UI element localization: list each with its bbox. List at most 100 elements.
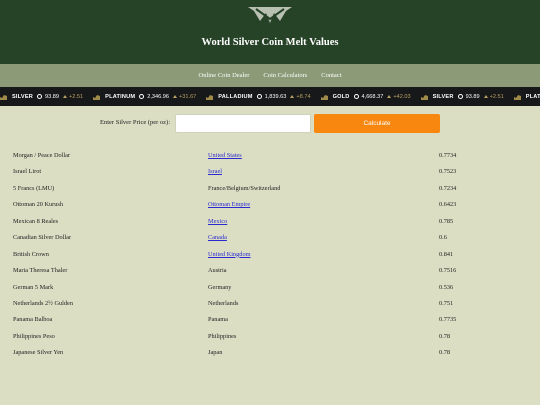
circle-icon — [457, 94, 463, 99]
ticker-metal-name: PALLADIUM — [218, 93, 253, 100]
coin-name: Panama Balboa — [13, 316, 53, 324]
coin-name: Maria Theresa Thaler — [13, 267, 68, 275]
chart-icon — [320, 94, 328, 100]
ticker-item[interactable]: PLATINUM 2,346.96 +31.67 — [93, 94, 196, 100]
coin-country: France/Belgium/Switzerland — [208, 184, 281, 192]
ticker-item[interactable]: GOLD 4,668.37 +42.03 — [320, 93, 411, 100]
circle-icon — [37, 94, 42, 99]
ticker-price: 1,839.63 — [264, 93, 287, 100]
coin-name: Philippines Peso — [13, 332, 55, 340]
coin-silver-weight: 0.7516 — [439, 267, 457, 275]
site-title: World Silver Coin Melt Values — [201, 37, 339, 48]
ticker-item[interactable]: PALLADIUM 1,839.63 +8.74 — [206, 93, 311, 100]
coin-name: British Crown — [13, 250, 49, 258]
silver-price-input[interactable] — [175, 114, 311, 133]
up-arrow-icon — [290, 95, 295, 98]
coin-country[interactable]: Ottoman Empire — [208, 201, 250, 208]
coin-silver-weight: 0.751 — [439, 299, 454, 307]
coin-country[interactable]: United States — [208, 152, 242, 159]
coin-row: German 5 Mark Germany 0.536 — [0, 280, 540, 296]
calculate-button[interactable]: Calculate — [314, 114, 440, 133]
silver-price-calculator: Enter Silver Price (per oz): Calculate — [0, 114, 540, 134]
ticker-price: 93.89 — [45, 93, 59, 100]
coin-name: Morgan / Peace Dollar — [13, 152, 71, 159]
coin-name: 5 Francs (LMU) — [13, 184, 55, 192]
coin-silver-weight: 0.536 — [439, 283, 454, 291]
coin-row: Israel Lirot Israel 0.7523 — [0, 164, 540, 180]
coin-country: Panama — [208, 316, 228, 324]
ticker-item[interactable]: PLATIN — [513, 94, 540, 100]
coin-row: Morgan / Peace Dollar United States 0.7734 — [0, 148, 540, 164]
coin-name: Mexican 8 Reales — [13, 217, 59, 225]
coin-country: Austria — [208, 267, 227, 275]
ticker-metal-name: SILVER — [12, 93, 33, 100]
ticker-item[interactable]: SILVER 93.89 +2.51 — [0, 94, 83, 100]
coin-silver-weight: 0.78 — [439, 349, 451, 357]
coin-silver-weight: 0.7234 — [439, 184, 457, 192]
coin-silver-weight: 0.7735 — [439, 316, 457, 324]
ticker-price: 93.89 — [465, 93, 480, 100]
ticker-change: +2.51 — [69, 93, 84, 100]
coin-country: Germany — [208, 283, 232, 291]
coin-silver-weight: 0.6 — [439, 234, 447, 242]
ticker-change: +2.51 — [489, 93, 504, 100]
coin-row: Mexican 8 Reales Mexico 0.785 — [0, 214, 540, 230]
coin-silver-weight: 0.785 — [439, 217, 454, 225]
coin-silver-weight: 0.78 — [439, 332, 451, 340]
coin-row: Ottoman 20 Kurush Ottoman Empire 0.6423 — [0, 197, 540, 213]
circle-icon — [353, 94, 359, 99]
coin-country[interactable]: Canada — [208, 234, 227, 241]
coin-silver-weight: 0.6423 — [439, 201, 457, 209]
coin-country[interactable]: United Kingdom — [208, 251, 251, 258]
coin-name: Canadian Silver Dollar — [13, 234, 72, 242]
circle-icon — [256, 94, 262, 99]
site-logo[interactable] — [246, 5, 294, 25]
ticker-change: +42.03 — [393, 93, 411, 100]
chart-icon — [513, 94, 521, 100]
coin-name: Japanese Silver Yen — [13, 349, 64, 357]
coin-row: 5 Francs (LMU) France/Belgium/Switzerland… — [0, 181, 540, 197]
up-arrow-icon — [387, 95, 392, 98]
coin-silver-weight: 0.7523 — [439, 168, 457, 176]
ticker-change: +31.67 — [179, 93, 197, 100]
ticker-change: +8.74 — [296, 93, 311, 100]
nav-online-coin-dealer[interactable]: Online Coin Dealer — [192, 72, 257, 79]
silver-price-label: Enter Silver Price (per oz): — [100, 119, 171, 126]
up-arrow-icon — [173, 95, 178, 98]
coin-country[interactable]: Israel — [208, 168, 222, 175]
ticker-metal-name: GOLD — [332, 93, 350, 100]
coin-row: Canadian Silver Dollar Canada 0.6 — [0, 230, 540, 246]
ticker-price: 4,668.37 — [361, 93, 384, 100]
site-header: World Silver Coin Melt Values — [0, 0, 540, 64]
main-nav: Online Coin Dealer Coin Calculators Cont… — [0, 64, 540, 87]
coin-country: Japan — [208, 349, 223, 357]
chart-icon — [206, 94, 214, 100]
coin-silver-weight: 0.841 — [439, 250, 454, 258]
coin-row: Netherlands 2½ Gulden Netherlands 0.751 — [0, 296, 540, 312]
chart-icon — [0, 94, 7, 100]
up-arrow-icon — [483, 95, 488, 98]
coin-row: Panama Balboa Panama 0.7735 — [0, 312, 540, 328]
price-ticker: SILVER 93.89 +2.51 PLATINUM 2,346.96 +31.67 PA… — [0, 87, 540, 106]
ticker-metal-name: PLATINUM — [105, 93, 136, 100]
coin-country: Netherlands — [208, 299, 239, 307]
ticker-metal-name: SILVER — [432, 93, 454, 100]
up-arrow-icon — [63, 95, 67, 98]
coin-row: Philippines Peso Philippines 0.78 — [0, 329, 540, 345]
coin-name: Netherlands 2½ Gulden — [13, 299, 73, 307]
coin-name: German 5 Mark — [13, 283, 54, 291]
coin-country[interactable]: Mexico — [208, 218, 227, 225]
coin-silver-weight: 0.7734 — [439, 152, 457, 159]
chart-icon — [93, 94, 101, 100]
ticker-item[interactable]: SILVER 93.89 +2.51 — [420, 93, 504, 100]
coin-name: Israel Lirot — [13, 168, 42, 176]
coin-row: British Crown United Kingdom 0.841 — [0, 247, 540, 263]
coin-row: Maria Theresa Thaler Austria 0.7516 — [0, 263, 540, 279]
nav-coin-calculators[interactable]: Coin Calculators — [256, 72, 314, 79]
chart-icon — [420, 94, 428, 100]
nav-contact[interactable]: Contact — [314, 72, 348, 79]
coin-country: Philippines — [208, 332, 237, 340]
coin-name: Ottoman 20 Kurush — [13, 201, 64, 209]
circle-icon — [139, 94, 145, 99]
coin-row: Japanese Silver Yen Japan 0.78 — [0, 345, 540, 361]
